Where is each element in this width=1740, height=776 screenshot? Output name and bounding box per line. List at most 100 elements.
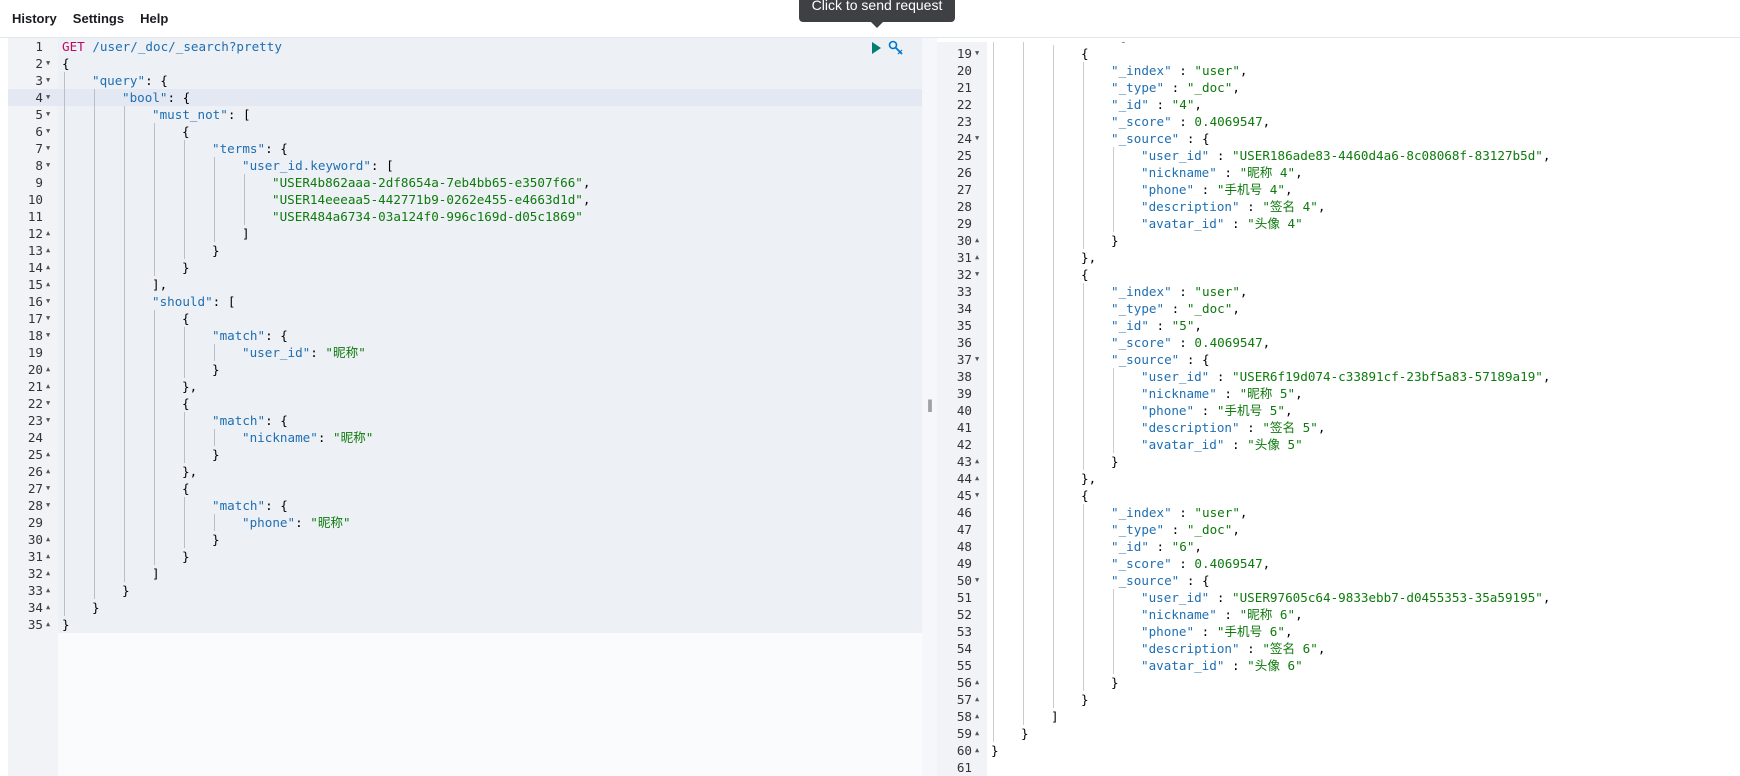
send-request-button[interactable] <box>868 40 884 56</box>
fold-expand-icon[interactable]: ▲ <box>46 565 56 582</box>
fold-expand-icon[interactable]: ▲ <box>46 242 56 259</box>
code-token: 0.4069547 <box>1194 556 1263 571</box>
fold-collapse-icon[interactable]: ▼ <box>46 327 56 344</box>
code-token: : <box>1164 522 1187 537</box>
line-number: 50 <box>956 573 972 588</box>
fold-collapse-icon[interactable]: ▼ <box>46 106 56 123</box>
fold-expand-icon[interactable]: ▲ <box>46 225 56 242</box>
fold-expand-icon[interactable]: ▲ <box>975 691 985 708</box>
code-text: "_score" : 0.4069547, <box>1111 113 1270 130</box>
code-token: : { <box>1179 573 1210 588</box>
settings-menu[interactable]: Settings <box>65 0 132 38</box>
fold-collapse-icon[interactable]: ▼ <box>46 310 56 327</box>
indent-guide <box>124 412 125 429</box>
fold-collapse-icon[interactable]: ▼ <box>46 140 56 157</box>
fold-expand-icon[interactable]: ▲ <box>46 616 56 633</box>
pane-resizer[interactable]: ‖ <box>922 38 937 776</box>
fold-collapse-icon[interactable]: ▼ <box>975 130 985 147</box>
code-token: } <box>182 549 190 564</box>
code-token: "_doc" <box>1186 522 1233 537</box>
fold-expand-icon[interactable]: ▲ <box>46 361 56 378</box>
fold-expand-icon[interactable]: ▲ <box>46 582 56 599</box>
indent-guide <box>1083 504 1084 521</box>
request-settings-button[interactable] <box>888 40 904 56</box>
code-line: 61 <box>937 759 1740 776</box>
fold-expand-icon[interactable]: ▲ <box>975 232 985 249</box>
line-number: 27 <box>27 481 43 496</box>
indent-guide <box>64 157 65 174</box>
fold-collapse-icon[interactable]: ▼ <box>46 123 56 140</box>
send-request-tooltip: Click to send request <box>799 0 955 28</box>
fold-expand-icon[interactable]: ▲ <box>46 463 56 480</box>
fold-collapse-icon[interactable]: ▼ <box>46 293 56 310</box>
fold-collapse-icon[interactable]: ▼ <box>46 395 56 412</box>
code-line: 30 ▲} <box>8 531 922 548</box>
indent-guide <box>154 497 155 514</box>
code-token: } <box>122 583 130 598</box>
code-line: 45 ▼ { <box>937 487 1740 504</box>
code-token: : <box>1224 437 1248 452</box>
code-token: ] <box>242 226 250 241</box>
fold-expand-icon[interactable]: ▲ <box>975 249 985 266</box>
fold-collapse-icon[interactable]: ▼ <box>46 497 56 514</box>
fold-collapse-icon[interactable]: ▼ <box>975 45 985 62</box>
code-token: "nickname" <box>1141 386 1217 401</box>
code-token: "match" <box>212 328 266 343</box>
indent-guide <box>1083 164 1084 181</box>
fold-collapse-icon[interactable]: ▼ <box>46 412 56 429</box>
fold-expand-icon[interactable]: ▲ <box>46 531 56 548</box>
line-number: 23 <box>956 114 972 129</box>
request-code-lines[interactable]: 1 GET /user/_doc/_search?pretty 2 ▼{3 ▼ "quer… <box>8 38 922 633</box>
fold-collapse-icon[interactable]: ▼ <box>975 266 985 283</box>
code-text: "phone" : "手机号 5", <box>1141 402 1293 419</box>
code-line: 17 ▼ { <box>8 310 922 327</box>
fold-expand-icon[interactable]: ▲ <box>975 470 985 487</box>
code-token: { <box>182 311 190 326</box>
fold-collapse-icon[interactable]: ▼ <box>975 351 985 368</box>
code-token: 0.4069547 <box>1194 114 1263 129</box>
code-token: : { <box>265 328 288 343</box>
indent-guide <box>64 191 65 208</box>
fold-expand-icon[interactable]: ▲ <box>46 599 56 616</box>
fold-expand-icon[interactable]: ▲ <box>46 446 56 463</box>
code-token: "昵称" <box>325 345 366 360</box>
code-line: 33 "_index" : "user", <box>937 283 1740 300</box>
fold-expand-icon[interactable]: ▲ <box>46 259 56 276</box>
history-menu[interactable]: History <box>4 0 65 38</box>
fold-collapse-icon[interactable]: ▼ <box>46 55 56 72</box>
fold-collapse-icon[interactable]: ▼ <box>975 572 985 589</box>
code-line: 6 ▼ { <box>8 123 922 140</box>
fold-expand-icon[interactable]: ▲ <box>975 742 985 759</box>
fold-collapse-icon[interactable]: ▼ <box>46 89 56 106</box>
fold-collapse-icon[interactable]: ▼ <box>46 480 56 497</box>
code-token: } <box>1081 692 1089 707</box>
code-token: , <box>582 175 591 190</box>
line-number: 10 <box>27 192 43 207</box>
code-text: "_id" : "5", <box>1111 317 1202 334</box>
code-token: : <box>1224 216 1248 231</box>
fold-expand-icon[interactable]: ▲ <box>975 674 985 691</box>
code-text: }, <box>182 378 197 395</box>
fold-expand-icon[interactable]: ▲ <box>975 708 985 725</box>
indent-guide <box>993 368 994 385</box>
code-token: : <box>1239 420 1263 435</box>
indent-guide <box>64 344 65 361</box>
indent-guide <box>993 538 994 555</box>
response-viewer[interactable]: 18▼"hits" : [19▼{20"_index" : "user",21"… <box>937 38 1740 776</box>
help-menu[interactable]: Help <box>132 0 176 38</box>
fold-expand-icon[interactable]: ▲ <box>46 548 56 565</box>
fold-expand-icon[interactable]: ▲ <box>46 378 56 395</box>
fold-expand-icon[interactable]: ▲ <box>975 453 985 470</box>
fold-expand-icon[interactable]: ▲ <box>46 276 56 293</box>
indent-guide <box>154 259 155 276</box>
resize-handle-icon[interactable]: ‖ <box>927 398 933 412</box>
fold-collapse-icon[interactable]: ▼ <box>46 157 56 174</box>
fold-collapse-icon[interactable]: ▼ <box>46 72 56 89</box>
fold-expand-icon[interactable]: ▲ <box>975 725 985 742</box>
indent-guide <box>94 531 95 548</box>
indent-guide <box>1023 419 1024 436</box>
request-editor[interactable]: 1 GET /user/_doc/_search?pretty 2 ▼{3 ▼ "quer… <box>8 38 922 776</box>
fold-collapse-icon[interactable]: ▼ <box>975 487 985 504</box>
code-line: 34 ▲} <box>8 599 922 616</box>
indent-guide <box>124 208 125 225</box>
